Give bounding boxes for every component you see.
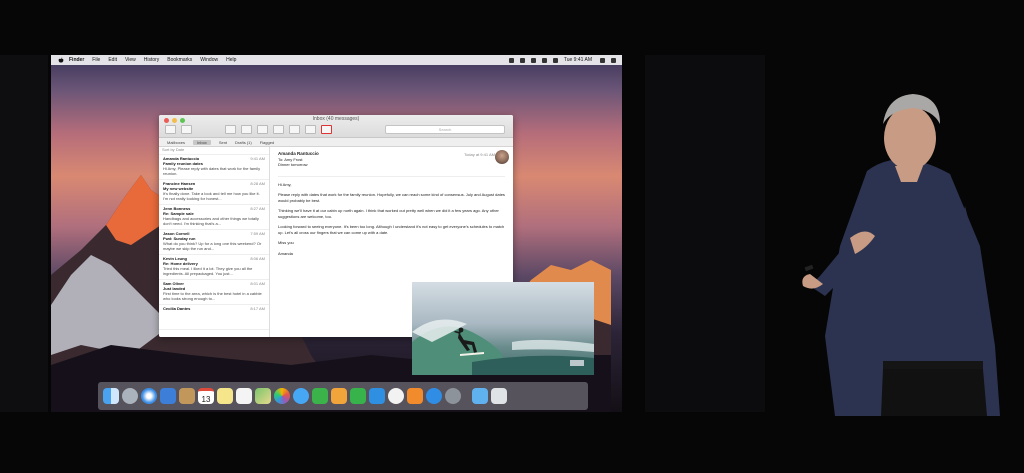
reading-subject: Dinner tomorrow: [278, 162, 308, 167]
dock: 13: [98, 382, 588, 410]
trash-button[interactable]: [241, 125, 252, 134]
system-preferences-icon[interactable]: [445, 388, 461, 404]
calendar-icon[interactable]: 13: [198, 388, 214, 404]
reminders-icon[interactable]: [236, 388, 252, 404]
reading-paragraph-3: Looking forward to seeing everyone. It's…: [278, 224, 505, 235]
menu-window[interactable]: Window: [200, 57, 218, 63]
menu-history[interactable]: History: [144, 57, 160, 63]
itunes-icon[interactable]: [388, 388, 404, 404]
favorites-mailboxes[interactable]: Mailboxes: [167, 140, 185, 145]
menu-app-finder[interactable]: Finder: [69, 57, 84, 63]
message-list: Sort by Date Amanda Rantuccio 9:41 AM Fa…: [159, 147, 270, 337]
menu-view[interactable]: View: [125, 57, 136, 63]
menu-bar: Finder File Edit View History Bookmarks …: [51, 55, 622, 65]
safari-icon[interactable]: [141, 388, 157, 404]
favorites-inbox[interactable]: Inbox: [193, 139, 211, 145]
reading-greeting: Hi Amy,: [278, 175, 505, 188]
favorites-flagged[interactable]: Flagged: [260, 140, 274, 145]
pages-icon[interactable]: [331, 388, 347, 404]
time-machine-icon[interactable]: [508, 57, 514, 63]
reading-paragraph-2: Thinking we'll have it at our cabin up n…: [278, 208, 499, 219]
reading-date: Today at 9:41 AM: [464, 152, 495, 157]
launchpad-icon[interactable]: [122, 388, 138, 404]
flag-button[interactable]: [321, 125, 332, 134]
reply-all-button[interactable]: [289, 125, 300, 134]
presenter-figure: [802, 94, 1000, 416]
favorites-sent[interactable]: Sent: [219, 140, 227, 145]
message-preview: It's finally done. Take a look and tell …: [163, 191, 260, 201]
sender-avatar: [495, 150, 509, 164]
message-preview: Handbags and accessories and other thing…: [163, 216, 259, 226]
wifi-icon[interactable]: [530, 57, 536, 63]
archive-button[interactable]: [225, 125, 236, 134]
menu-edit[interactable]: Edit: [108, 57, 117, 63]
message-item[interactable]: Kevin Leung 8:06 AM Re: Home delivery Tr…: [159, 255, 269, 280]
left-stage-panel: [0, 55, 48, 412]
message-time: 8:01 AM: [250, 281, 265, 286]
message-time: 7:59 AM: [250, 231, 265, 236]
trash-icon[interactable]: [491, 388, 507, 404]
message-preview: First time to the area, which is the bes…: [163, 291, 262, 301]
message-item[interactable]: Cecilia Dantes 8:17 AM: [159, 305, 269, 330]
notes-icon[interactable]: [217, 388, 233, 404]
spotlight-icon[interactable]: [600, 57, 605, 63]
message-item[interactable]: Sam Oliver 8:01 AM Just landed First tim…: [159, 280, 269, 305]
menu-extras: Tue 9:41 AM: [508, 57, 616, 63]
menu-help[interactable]: Help: [226, 57, 236, 63]
bluetooth-icon[interactable]: [519, 57, 525, 63]
sort-label[interactable]: Sort by Date: [159, 147, 269, 155]
menu-bookmarks[interactable]: Bookmarks: [167, 57, 192, 63]
message-item[interactable]: Francine Hansen 8:28 AM My new website I…: [159, 180, 269, 205]
menu-clock[interactable]: Tue 9:41 AM: [564, 57, 592, 63]
keynote-icon[interactable]: [369, 388, 385, 404]
photos-icon[interactable]: [274, 388, 290, 404]
compose-button[interactable]: [181, 125, 192, 134]
surfer-video-frame: [412, 319, 594, 375]
macos-desktop-screen: Finder File Edit View History Bookmarks …: [51, 55, 622, 412]
keynote-stage: Finder File Edit View History Bookmarks …: [0, 0, 1024, 473]
favorites-drafts[interactable]: Drafts (1): [235, 140, 252, 145]
message-item[interactable]: Jenn Bonness 8:27 AM Re: Sample sale Han…: [159, 205, 269, 230]
message-preview: Hi Amy, Please reply with dates that wor…: [163, 166, 261, 176]
mail-window-title: Inbox (40 messages): [312, 116, 360, 122]
mail-titlebar: Inbox (40 messages) Search: [159, 115, 513, 138]
message-time: 8:28 AM: [250, 181, 265, 186]
message-item[interactable]: Jason Cornell 7:59 AM Fwd: Sunday run Wh…: [159, 230, 269, 255]
junk-button[interactable]: [257, 125, 268, 134]
message-time: 8:27 AM: [250, 206, 265, 211]
contacts-icon[interactable]: [179, 388, 195, 404]
reading-signature: Amanda: [278, 250, 293, 256]
message-preview: Tried this meal. I liked it a lot. They …: [163, 266, 253, 276]
mail-toolbar: [165, 125, 332, 134]
mail-icon[interactable]: [160, 388, 176, 404]
message-time: 8:06 AM: [250, 256, 265, 261]
ibooks-icon[interactable]: [407, 388, 423, 404]
forward-button[interactable]: [305, 125, 316, 134]
message-item[interactable]: Amanda Rantuccio 9:41 AM Family reunion …: [159, 155, 269, 180]
favorites-bar: Mailboxes Inbox Sent Drafts (1) Flagged: [159, 138, 513, 147]
reply-button[interactable]: [273, 125, 284, 134]
reading-paragraph-1: Please reply with dates that work for th…: [278, 192, 505, 203]
message-preview: What do you think? Up for a long one thi…: [163, 241, 262, 251]
menu-file[interactable]: File: [92, 57, 100, 63]
maps-icon[interactable]: [255, 388, 271, 404]
app-store-icon[interactable]: [426, 388, 442, 404]
downloads-folder-icon[interactable]: [472, 388, 488, 404]
numbers-icon[interactable]: [350, 388, 366, 404]
apple-menu-icon[interactable]: [58, 57, 64, 63]
battery-icon[interactable]: [552, 57, 558, 63]
get-mail-button[interactable]: [165, 125, 176, 134]
messages-icon[interactable]: [293, 388, 309, 404]
message-time: 9:41 AM: [250, 156, 265, 161]
facetime-icon[interactable]: [312, 388, 328, 404]
volume-icon[interactable]: [541, 57, 547, 63]
message-time: 8:17 AM: [250, 306, 265, 311]
mail-search-input[interactable]: Search: [385, 125, 505, 134]
notification-center-icon[interactable]: [611, 57, 616, 63]
right-stage-panel: [645, 55, 765, 412]
reading-signoff: Miss you: [278, 240, 294, 245]
picture-in-picture-video[interactable]: [412, 282, 594, 375]
finder-icon[interactable]: [103, 388, 119, 404]
